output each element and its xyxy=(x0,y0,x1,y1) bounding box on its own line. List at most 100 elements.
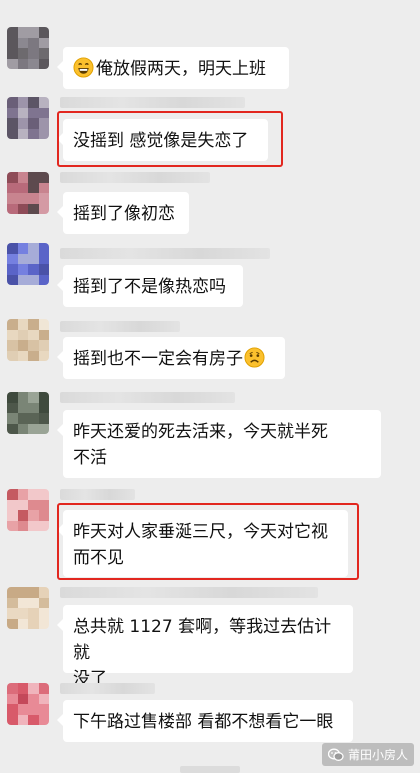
message-text: 摇到了不是像热恋吗 xyxy=(73,277,226,297)
avatar-tile xyxy=(28,58,39,69)
message-bubble[interactable]: 摇到了像初恋 xyxy=(57,192,189,234)
avatar-tile xyxy=(7,489,18,500)
avatar-tile xyxy=(38,107,49,118)
wechat-official-account-icon xyxy=(327,748,344,761)
avatar-tile xyxy=(38,392,49,403)
message-text: 摇到了像初恋 xyxy=(73,204,175,224)
avatar-tile xyxy=(7,587,18,598)
avatar-tile xyxy=(38,27,49,38)
message-bubble[interactable]: 摇到了不是像热恋吗 xyxy=(57,265,243,307)
avatar[interactable] xyxy=(7,243,49,285)
avatar[interactable] xyxy=(7,27,49,69)
avatar-tile xyxy=(17,253,28,264)
avatar-tile xyxy=(28,423,39,434)
sender-name xyxy=(60,683,155,694)
avatar-tile xyxy=(28,319,39,330)
message-bubble[interactable]: 昨天还爱的死去活来，今天就半死 不活 xyxy=(57,410,381,478)
avatar-tile xyxy=(17,693,28,704)
avatar-tile xyxy=(7,392,18,403)
avatar[interactable] xyxy=(7,172,49,214)
avatar-tile xyxy=(28,172,39,183)
message-text: 下午路过售楼部 看都不想看它一眼 xyxy=(73,712,334,732)
sender-name xyxy=(60,248,270,259)
avatar-tile xyxy=(17,704,28,715)
avatar-tile xyxy=(28,128,39,139)
sender-name xyxy=(60,587,318,598)
avatar-tile xyxy=(38,608,49,619)
avatar-tile xyxy=(7,97,18,108)
avatar-tile xyxy=(17,27,28,38)
avatar-tile xyxy=(17,489,28,500)
avatar[interactable] xyxy=(7,587,49,629)
avatar-tile xyxy=(28,48,39,59)
avatar-tile xyxy=(38,253,49,264)
avatar-tile xyxy=(7,203,18,214)
avatar-tile xyxy=(17,58,28,69)
avatar-tile xyxy=(17,172,28,183)
avatar-tile xyxy=(28,182,39,193)
avatar[interactable] xyxy=(7,392,49,434)
watermark-text: 莆田小房人 xyxy=(347,748,408,762)
avatar-tile xyxy=(38,193,49,204)
avatar-tile xyxy=(17,193,28,204)
avatar-tile xyxy=(7,193,18,204)
avatar-tile xyxy=(28,203,39,214)
avatar-tile xyxy=(17,48,28,59)
avatar-tile xyxy=(17,520,28,531)
avatar-tile xyxy=(28,97,39,108)
avatar-tile xyxy=(38,264,49,275)
avatar-tile xyxy=(7,693,18,704)
avatar-tile xyxy=(17,510,28,521)
message-text: 摇到也不一定会有房子 xyxy=(73,349,243,369)
avatar-tile xyxy=(28,499,39,510)
avatar-tile xyxy=(38,340,49,351)
sender-name xyxy=(60,392,235,403)
avatar-tile xyxy=(28,253,39,264)
message-bubble[interactable]: 俺放假两天，明天上班 xyxy=(57,47,289,89)
message-bubble[interactable]: 下午路过售楼部 看都不想看它一眼 xyxy=(57,700,353,742)
avatar-tile xyxy=(7,714,18,725)
avatar-tile xyxy=(17,597,28,608)
avatar-tile xyxy=(28,597,39,608)
avatar-tile xyxy=(38,693,49,704)
avatar-tile xyxy=(28,350,39,361)
avatar-tile xyxy=(28,510,39,521)
avatar-tile xyxy=(17,392,28,403)
avatar-tile xyxy=(7,27,18,38)
avatar-tile xyxy=(28,264,39,275)
avatar-tile xyxy=(17,618,28,629)
avatar-tile xyxy=(17,37,28,48)
avatar-tile xyxy=(28,193,39,204)
avatar[interactable] xyxy=(7,683,49,725)
avatar-tile xyxy=(38,423,49,434)
avatar-tile xyxy=(7,182,18,193)
avatar-tile xyxy=(28,340,39,351)
avatar-tile xyxy=(38,350,49,361)
avatar-tile xyxy=(28,683,39,694)
avatar-tile xyxy=(38,203,49,214)
avatar-tile xyxy=(7,118,18,129)
avatar[interactable] xyxy=(7,489,49,531)
avatar-tile xyxy=(38,243,49,254)
message-text: 俺放假两天，明天上班 xyxy=(96,59,266,79)
highlight-box xyxy=(57,503,359,580)
avatar-tile xyxy=(7,340,18,351)
watermark: 莆田小房人 xyxy=(321,743,414,766)
avatar-tile xyxy=(28,608,39,619)
avatar-tile xyxy=(17,608,28,619)
message-bubble[interactable]: 摇到也不一定会有房子 xyxy=(57,337,285,379)
avatar-tile xyxy=(7,402,18,413)
avatar-tile xyxy=(38,520,49,531)
avatar-tile xyxy=(38,319,49,330)
avatar-tile xyxy=(38,58,49,69)
avatar-tile xyxy=(17,340,28,351)
avatar-tile xyxy=(28,402,39,413)
message-bubble[interactable]: 总共就 1127 套啊，等我过去估计就 没了 xyxy=(57,605,353,689)
grinning-face-icon xyxy=(73,57,94,78)
avatar[interactable] xyxy=(7,319,49,361)
avatar-tile xyxy=(7,37,18,48)
avatar[interactable] xyxy=(7,97,49,139)
avatar-tile xyxy=(7,618,18,629)
avatar-tile xyxy=(17,714,28,725)
avatar-tile xyxy=(17,128,28,139)
